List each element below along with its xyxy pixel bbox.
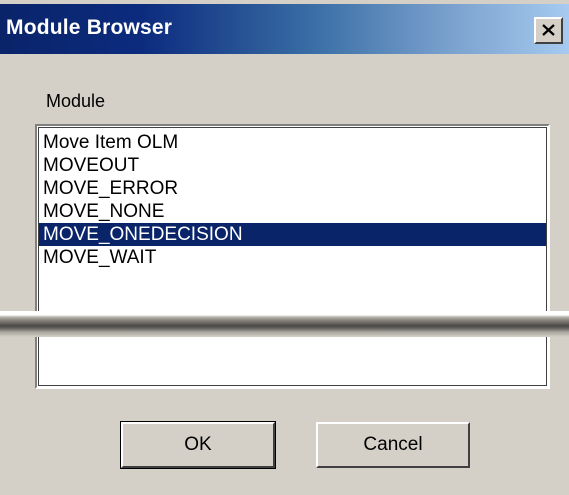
list-item[interactable]: MOVE_ERROR — [39, 177, 546, 200]
list-item[interactable]: MOVE_NONE — [39, 200, 546, 223]
close-button[interactable] — [534, 17, 563, 44]
list-item[interactable]: MOVEOUT — [39, 154, 546, 177]
list-item[interactable]: MOVE_ONEDECISION — [39, 223, 546, 246]
ok-button[interactable]: OK — [120, 421, 276, 469]
cancel-button[interactable]: Cancel — [316, 422, 470, 468]
module-listbox[interactable]: Move Item OLM MOVEOUT MOVE_ERROR MOVE_NONE M… — [35, 124, 550, 389]
window-title: Module Browser — [6, 16, 173, 39]
list-item[interactable]: Move Item OLM — [39, 131, 546, 154]
screenshot-break-divider — [0, 311, 569, 337]
list-item[interactable]: MOVE_WAIT — [39, 246, 546, 269]
module-label: Module — [46, 91, 106, 111]
close-x-icon — [542, 24, 555, 36]
title-bar[interactable]: Module Browser — [0, 4, 569, 54]
module-list: Move Item OLM MOVEOUT MOVE_ERROR MOVE_NONE M… — [39, 131, 546, 269]
module-browser-dialog: Module Browser Module Move Item OLM MOVEO… — [0, 0, 569, 495]
